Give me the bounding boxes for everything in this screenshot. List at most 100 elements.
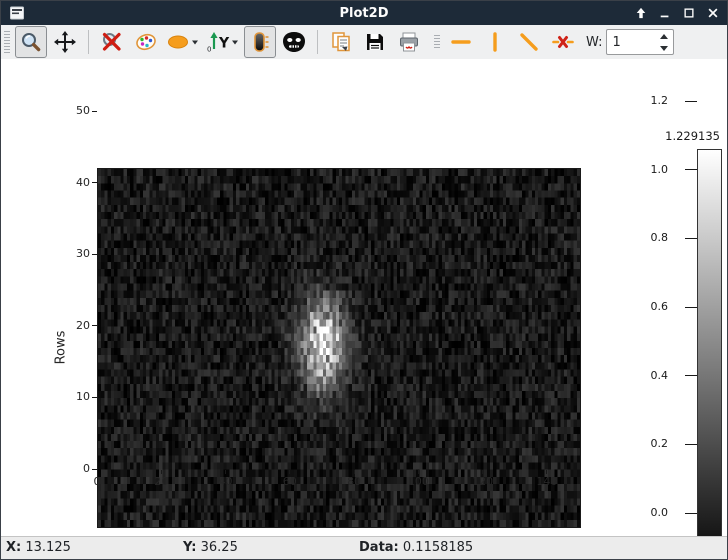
colorbar-icon: [248, 30, 272, 54]
printer-icon: [397, 30, 421, 54]
magnifier-cross-icon: [100, 30, 124, 54]
colorbar-tick-mark: [685, 101, 697, 102]
pan-button[interactable]: [49, 26, 81, 58]
status-x-value: 13.125: [25, 540, 71, 555]
horizontal-profile-button[interactable]: [445, 26, 477, 58]
y-axis-icon: 0 Y: [205, 30, 241, 54]
x-tick-label: 20: [139, 475, 183, 488]
close-button[interactable]: [705, 5, 721, 21]
image-canvas[interactable]: [98, 169, 580, 527]
y-tick-mark: [92, 325, 97, 326]
horizontal-line-icon: [449, 30, 473, 54]
status-y-label: Y:: [183, 540, 196, 555]
toolbar: 0 Y: [1, 25, 727, 59]
x-tick-label: 80: [332, 475, 376, 488]
x-tick-mark: [418, 470, 419, 474]
x-tick-mark: [225, 470, 226, 474]
y-tick-label: 50: [54, 104, 90, 117]
colorbar-tick-mark: [685, 169, 697, 170]
colorbar-gradient[interactable]: [697, 149, 722, 560]
colorbar-tick-label: 1.2: [636, 94, 668, 107]
status-data-label: Data:: [359, 540, 399, 555]
y-tick-mark: [92, 254, 97, 255]
colorbar-tick-mark: [685, 375, 697, 376]
app-icon: [9, 5, 25, 21]
colorbar-tick-mark: [685, 307, 697, 308]
spin-up-icon[interactable]: [660, 34, 668, 39]
status-x: X: 13.125: [6, 540, 71, 555]
y-tick-label: 10: [54, 390, 90, 403]
y-tick-mark: [92, 469, 97, 470]
diagonal-line-icon: [517, 30, 541, 54]
y-axis-orientation-button[interactable]: 0 Y: [204, 26, 242, 58]
colorbar-tick-mark: [685, 513, 697, 514]
colormap-button[interactable]: [130, 26, 162, 58]
profile-toolbar-grip[interactable]: [434, 35, 440, 49]
figure-area: 020406080100120140 01020304050 Columns R…: [2, 59, 728, 537]
status-y: Y: 36.25: [183, 540, 238, 555]
copy-button[interactable]: [325, 26, 357, 58]
clear-profile-button[interactable]: [547, 26, 579, 58]
status-data: Data: 0.1158185: [359, 540, 473, 555]
vertical-profile-button[interactable]: [479, 26, 511, 58]
x-tick-label: 140: [525, 475, 569, 488]
print-button[interactable]: [393, 26, 425, 58]
status-x-label: X:: [6, 540, 21, 555]
dropdown-arrow-icon: [232, 41, 238, 45]
profile-width-input[interactable]: [607, 31, 658, 53]
toolbar-grip[interactable]: [4, 31, 10, 53]
colorbar-tick-mark: [685, 444, 697, 445]
toolbar-separator: [317, 30, 318, 54]
x-tick-mark: [354, 470, 355, 474]
floppy-disk-icon: [363, 30, 387, 54]
toolbar-separator: [88, 30, 89, 54]
profile-width-label: W:: [586, 35, 602, 50]
y-axis-label: Rows: [54, 313, 69, 383]
line-profile-button[interactable]: [513, 26, 545, 58]
x-tick-label: 60: [268, 475, 312, 488]
aspect-ratio-button[interactable]: [164, 26, 202, 58]
x-tick-label: 40: [204, 475, 248, 488]
colorbar-tick-label: 0.6: [636, 300, 668, 313]
colorbar-tick-label: 0.4: [636, 369, 668, 382]
y-tick-label: 40: [54, 176, 90, 189]
magnifier-icon: [19, 30, 43, 54]
profile-width-spinbox[interactable]: [606, 29, 674, 55]
mask-icon: [281, 30, 307, 54]
plot-area[interactable]: [97, 168, 581, 528]
clipboard-copy-icon: [329, 30, 353, 54]
colorbar-tick-label: 0.8: [636, 231, 668, 244]
mask-tools-button[interactable]: [278, 26, 310, 58]
y-tick-mark: [92, 397, 97, 398]
colorbar-tick-label: 1.0: [636, 163, 668, 176]
plot2d-window: Plot2D: [0, 0, 728, 560]
save-button[interactable]: [359, 26, 391, 58]
x-tick-label: 0: [75, 475, 119, 488]
x-tick-label: 100: [396, 475, 440, 488]
zoom-mode-button[interactable]: [15, 26, 47, 58]
x-tick-label: 120: [461, 475, 505, 488]
y-tick-label: 30: [54, 247, 90, 260]
reset-zoom-button[interactable]: [96, 26, 128, 58]
pan-arrows-icon: [53, 30, 77, 54]
spin-down-icon[interactable]: [660, 46, 668, 51]
colorbar-button[interactable]: [244, 26, 276, 58]
x-tick-mark: [161, 470, 162, 474]
y-tick-label: 0: [54, 462, 90, 475]
x-tick-mark: [97, 470, 98, 474]
keep-above-button[interactable]: [633, 5, 649, 21]
svg-text:Y: Y: [218, 36, 230, 52]
palette-icon: [134, 30, 158, 54]
colorbar-tick-label: 0.2: [636, 437, 668, 450]
vertical-line-icon: [483, 30, 507, 54]
y-tick-mark: [92, 111, 97, 112]
clear-cross-icon: [551, 30, 575, 54]
x-tick-mark: [482, 470, 483, 474]
title-bar[interactable]: Plot2D: [1, 1, 727, 25]
window-title: Plot2D: [1, 6, 727, 21]
minimize-button[interactable]: [657, 5, 673, 21]
colorbar-max-label: 1.229135: [620, 129, 720, 143]
status-data-value: 0.1158185: [403, 540, 473, 555]
maximize-button[interactable]: [681, 5, 697, 21]
dropdown-arrow-icon: [192, 41, 198, 45]
